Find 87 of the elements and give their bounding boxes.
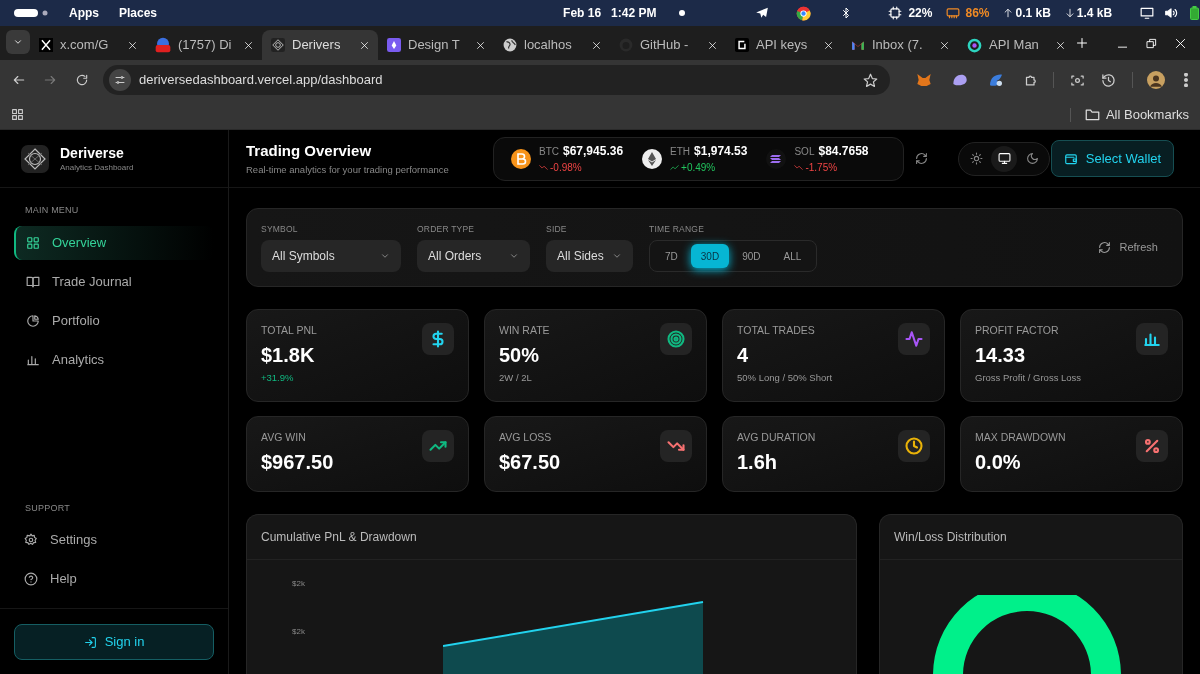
stat-note: 2W / 2L bbox=[499, 370, 533, 385]
filter-select[interactable]: All Sides bbox=[546, 240, 633, 273]
clock[interactable]: 1:42 PM bbox=[611, 4, 657, 22]
filter-label: SIDE bbox=[546, 222, 568, 236]
browser-tab[interactable]: Inbox (7. bbox=[842, 30, 958, 60]
stat-value: 4 bbox=[737, 342, 750, 368]
coin-price: $1,974.53 bbox=[694, 143, 748, 160]
app-tagline: Analytics Dashboard bbox=[60, 161, 134, 174]
stat-note: +31.9% bbox=[261, 370, 295, 385]
stat-value: 0.0% bbox=[975, 449, 1022, 475]
upload-rate: 0.1 kB bbox=[1015, 5, 1051, 22]
tab-title[interactable]: Derivers bbox=[292, 35, 353, 55]
time-range-option[interactable]: ALL bbox=[773, 244, 812, 269]
page-title: Trading Overview bbox=[246, 141, 373, 162]
tab-title[interactable]: (1757) Di bbox=[178, 35, 237, 55]
filter-select[interactable]: All Symbols bbox=[261, 240, 401, 273]
coin-symbol: ETH bbox=[670, 145, 691, 159]
browser-tab[interactable]: Design T bbox=[378, 30, 494, 60]
bookmark-folder[interactable]: All Bookmarks bbox=[1084, 104, 1189, 125]
filter-label: SYMBOL bbox=[261, 222, 299, 236]
filter-label: TIME RANGE bbox=[649, 222, 706, 236]
axis-tick-label: $2k bbox=[292, 578, 305, 590]
time-range-option[interactable]: 90D bbox=[732, 244, 771, 269]
coin-symbol: BTC bbox=[539, 145, 559, 159]
browser-tab[interactable]: x.com/G bbox=[30, 30, 146, 60]
filter-label: ORDER TYPE bbox=[417, 222, 476, 236]
filter-select[interactable]: All Orders bbox=[417, 240, 530, 273]
tab-title[interactable]: GitHub - bbox=[640, 35, 701, 55]
sign-in-button[interactable]: Sign in bbox=[14, 624, 214, 660]
coin-price: $67,945.36 bbox=[563, 143, 624, 160]
price-change: +0.49% bbox=[681, 161, 716, 175]
stat-label: AVG DURATION bbox=[737, 430, 817, 445]
page-subtitle: Real-time analytics for your trading performance bbox=[246, 162, 450, 177]
tab-title[interactable]: API Man bbox=[989, 35, 1049, 55]
refresh-button[interactable]: Refresh bbox=[1098, 239, 1158, 256]
axis-tick-label: $2k bbox=[292, 626, 305, 638]
tab-title[interactable]: localhos bbox=[524, 35, 585, 55]
browser-tab[interactable]: localhos bbox=[494, 30, 610, 60]
section-heading: MAIN MENU bbox=[25, 204, 80, 217]
top-menu[interactable]: Places bbox=[119, 4, 158, 22]
stat-label: TOTAL PNL bbox=[261, 323, 318, 338]
coin-symbol: SOL bbox=[794, 145, 815, 159]
section-heading: SUPPORT bbox=[25, 501, 71, 515]
browser-tab[interactable]: GitHub - bbox=[610, 30, 726, 60]
chart-title: Win/Loss Distribution bbox=[894, 529, 1007, 546]
stat-label: TOTAL TRADES bbox=[737, 323, 816, 338]
stat-value: $1.8K bbox=[261, 342, 316, 368]
memory-usage: 86% bbox=[965, 5, 990, 22]
nav-item[interactable]: Trade Journal bbox=[14, 264, 214, 299]
nav-item[interactable]: Settings bbox=[14, 523, 214, 557]
address-bar[interactable]: deriversedashboard.vercel.app/dashboard bbox=[103, 65, 891, 95]
nav-item[interactable]: Portfolio bbox=[14, 303, 214, 338]
coin-price: $84.7658 bbox=[818, 143, 869, 160]
stat-note: 50% Long / 50% Short bbox=[737, 370, 834, 385]
tab-title[interactable]: API keys bbox=[756, 35, 817, 55]
time-range-option[interactable]: 30D bbox=[690, 244, 730, 269]
browser-tab[interactable]: (1757) Di bbox=[146, 30, 262, 60]
top-menu[interactable]: Apps bbox=[69, 4, 99, 22]
url-text: deriversedashboard.vercel.app/dashboard bbox=[139, 71, 383, 90]
stat-label: AVG WIN bbox=[261, 430, 307, 445]
nav-item[interactable]: Help bbox=[14, 562, 214, 596]
stat-label: AVG LOSS bbox=[499, 430, 553, 445]
stat-value: 50% bbox=[499, 342, 541, 368]
stat-value: $67.50 bbox=[499, 449, 562, 475]
browser-tab[interactable]: API Man bbox=[958, 30, 1074, 60]
download-rate: 1.4 kB bbox=[1076, 5, 1113, 22]
chart-title: Cumulative PnL & Drawdown bbox=[261, 529, 417, 546]
stat-value: 14.33 bbox=[975, 342, 1027, 368]
stat-value: 1.6h bbox=[737, 449, 779, 475]
stat-label: PROFIT FACTOR bbox=[975, 323, 1060, 338]
stat-note: Gross Profit / Gross Loss bbox=[975, 370, 1083, 385]
stat-value: $967.50 bbox=[261, 449, 335, 475]
stat-label: WIN RATE bbox=[499, 323, 551, 338]
tab-title[interactable]: Design T bbox=[408, 35, 469, 55]
price-change: -0.98% bbox=[550, 161, 582, 175]
nav-item[interactable]: Analytics bbox=[14, 342, 214, 377]
price-change: -1.75% bbox=[805, 161, 838, 175]
browser-tab[interactable]: API keys bbox=[726, 30, 842, 60]
date[interactable]: Feb 16 bbox=[563, 4, 602, 22]
tab-title[interactable]: x.com/G bbox=[60, 35, 121, 55]
browser-tab[interactable]: Derivers bbox=[262, 30, 378, 60]
stat-label: MAX DRAWDOWN bbox=[975, 430, 1067, 445]
cpu-usage: 22% bbox=[908, 5, 933, 22]
select-wallet-button[interactable]: Select Wallet bbox=[1051, 140, 1174, 177]
tab-title[interactable]: Inbox (7. bbox=[872, 35, 933, 55]
app-name: Deriverse bbox=[60, 143, 125, 162]
time-range-option[interactable]: 7D bbox=[655, 244, 688, 269]
